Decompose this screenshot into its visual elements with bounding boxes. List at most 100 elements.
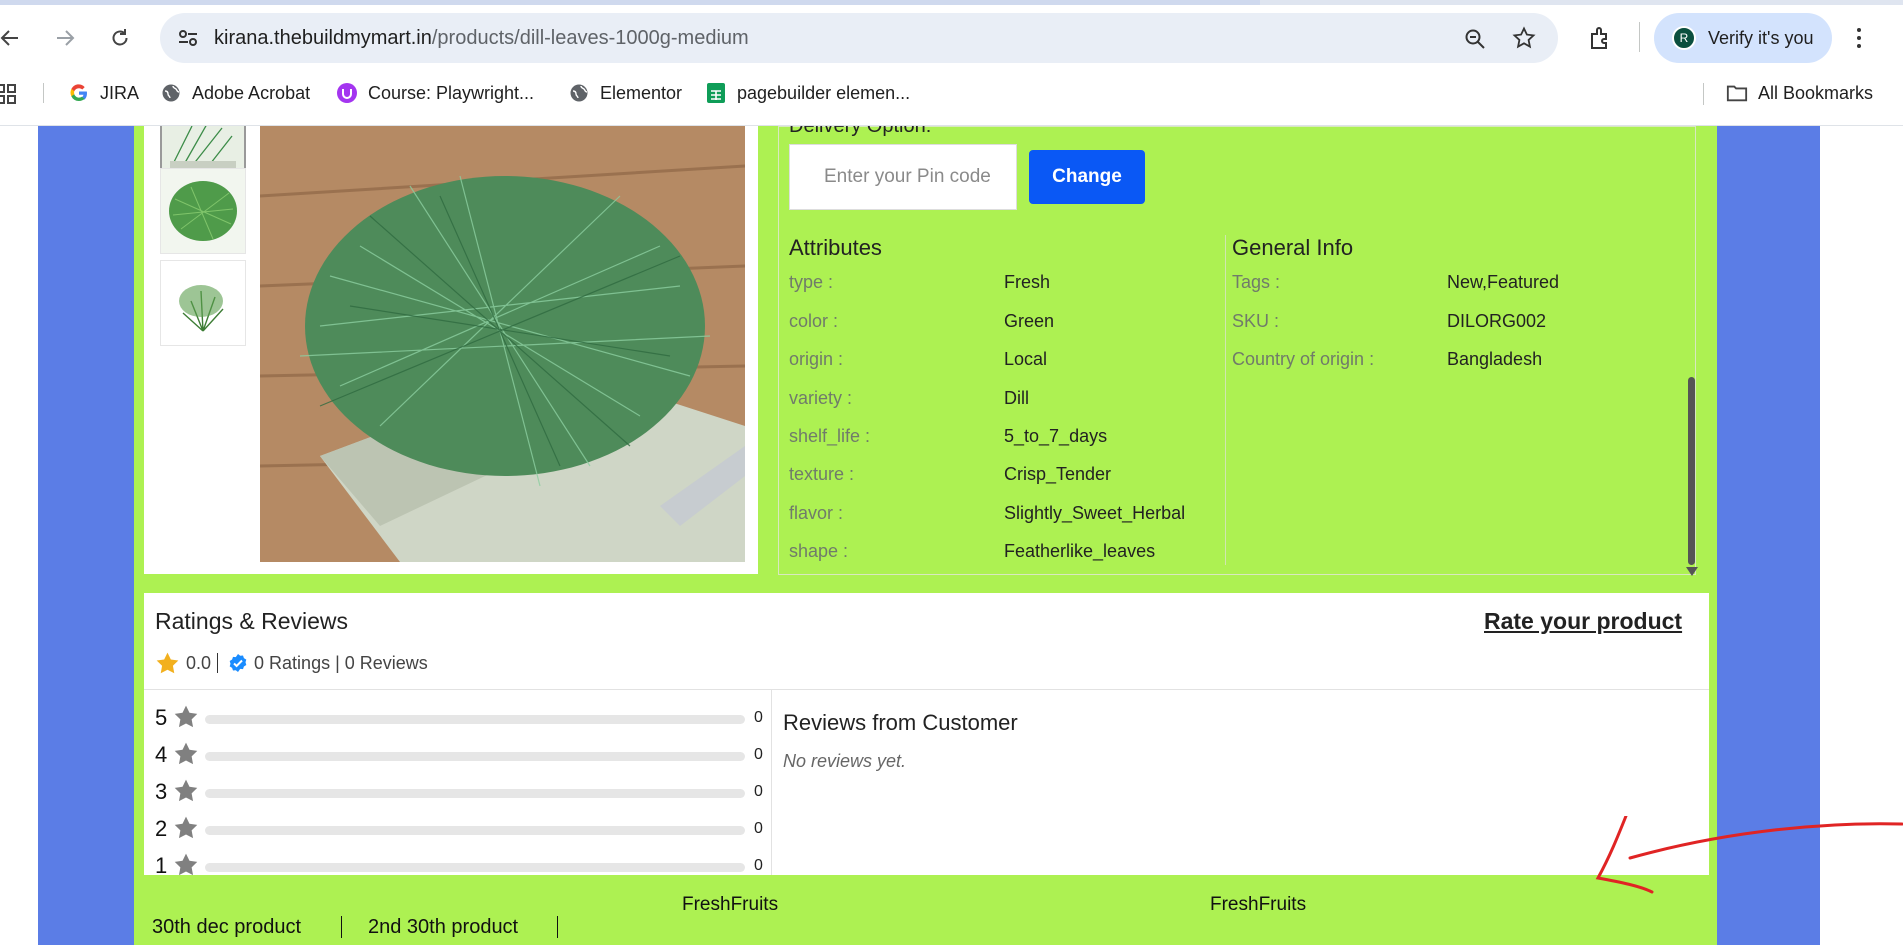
star-level: 3 bbox=[155, 779, 168, 804]
product-info-panel: Delivery Option: Change Attributes type … bbox=[778, 126, 1698, 577]
all-bookmarks-folder[interactable]: All Bookmarks bbox=[1726, 81, 1873, 105]
rate-your-product-link[interactable]: Rate your product bbox=[1484, 608, 1682, 635]
active-tab-edge bbox=[0, 0, 1260, 5]
bookmark-label: Adobe Acrobat bbox=[192, 82, 311, 103]
bookmark-jira[interactable]: JIRA bbox=[68, 81, 139, 105]
footer-column-title: FreshFruits bbox=[1210, 894, 1307, 915]
tab-strip bbox=[0, 0, 1903, 5]
info-label: Tags : bbox=[1232, 272, 1281, 292]
profile-avatar: R bbox=[1672, 26, 1696, 50]
footer-link-separator bbox=[341, 916, 342, 938]
info-label: Country of origin : bbox=[1232, 349, 1375, 369]
main-product-image[interactable] bbox=[260, 126, 745, 562]
rating-count: 0 bbox=[754, 746, 763, 763]
bookmark-star-icon[interactable] bbox=[1512, 26, 1536, 50]
attribute-label: shape : bbox=[789, 541, 849, 561]
bookmark-label: JIRA bbox=[100, 82, 140, 103]
back-button[interactable] bbox=[0, 20, 28, 56]
bookmark-pagebuilder[interactable]: pagebuilder elemen... bbox=[705, 81, 910, 105]
star-icon bbox=[174, 742, 198, 765]
browser-menu-icon[interactable] bbox=[1855, 26, 1863, 50]
ratings-title: Ratings & Reviews bbox=[155, 608, 349, 634]
rating-row: 2 0 bbox=[155, 814, 765, 844]
google-icon bbox=[68, 82, 90, 104]
star-icon bbox=[174, 853, 198, 876]
bookmark-playwright-course[interactable]: Course: Playwright... bbox=[336, 81, 534, 105]
rating-row: 4 0 bbox=[155, 740, 765, 770]
page-footer: FreshFruits FreshFruits 30th dec product… bbox=[134, 894, 1717, 945]
star-icon bbox=[156, 652, 179, 673]
attribute-value: 5_to_7_days bbox=[1004, 426, 1108, 446]
rating-row: 3 0 bbox=[155, 777, 765, 807]
attribute-value: Fresh bbox=[1004, 272, 1051, 292]
rating-bar bbox=[205, 715, 745, 724]
attribute-value: Local bbox=[1004, 349, 1048, 369]
ratings-count-text: 0 Ratings | 0 Reviews bbox=[254, 652, 428, 673]
reload-icon bbox=[112, 29, 128, 46]
scroll-down-arrow-icon[interactable] bbox=[1686, 567, 1698, 576]
verify-identity-button[interactable]: R Verify it's you bbox=[1654, 13, 1832, 63]
bookmark-label: Elementor bbox=[600, 82, 683, 103]
attribute-label: flavor : bbox=[789, 503, 844, 523]
rating-count: 0 bbox=[754, 709, 763, 726]
footer-link[interactable]: 2nd 30th product bbox=[368, 916, 518, 939]
column-divider bbox=[1225, 235, 1226, 565]
apps-grid-icon[interactable] bbox=[0, 82, 18, 106]
rating-bar bbox=[205, 752, 745, 761]
panel-scrollbar[interactable] bbox=[1685, 377, 1698, 577]
attribute-label: shelf_life : bbox=[789, 426, 871, 446]
url-host: kirana.thebuildmymart.in bbox=[214, 27, 432, 49]
star-level: 5 bbox=[155, 705, 168, 730]
star-icon bbox=[174, 816, 198, 839]
rating-summary: 0.0 0 Ratings | 0 Reviews bbox=[155, 650, 428, 676]
attribute-value: Crisp_Tender bbox=[1004, 464, 1112, 484]
footer-link-separator bbox=[557, 916, 558, 938]
bookmark-label: Course: Playwright... bbox=[368, 82, 535, 103]
info-label: SKU : bbox=[1232, 311, 1280, 331]
attribute-value: Green bbox=[1004, 311, 1055, 331]
attribute-label: color : bbox=[789, 311, 839, 331]
star-level: 2 bbox=[155, 816, 168, 841]
attribute-value: Slightly_Sweet_Herbal bbox=[1004, 503, 1186, 523]
sheets-icon bbox=[705, 82, 727, 104]
address-bar[interactable]: kirana.thebuildmymart.in/products/dill-l… bbox=[160, 13, 1558, 63]
bookmarks-separator bbox=[43, 83, 44, 103]
scrollbar-thumb[interactable] bbox=[1688, 377, 1695, 565]
star-icon bbox=[174, 705, 198, 728]
thumbnail-2[interactable] bbox=[160, 168, 246, 254]
rating-count: 0 bbox=[754, 857, 763, 874]
pincode-input[interactable] bbox=[789, 144, 1017, 210]
url-text[interactable]: kirana.thebuildmymart.in/products/dill-l… bbox=[214, 27, 749, 50]
back-arrow-icon bbox=[0, 30, 18, 46]
info-value: DILORG002 bbox=[1447, 311, 1547, 331]
info-value: New,Featured bbox=[1447, 272, 1560, 292]
average-rating: 0.0 bbox=[186, 652, 212, 673]
delivery-option-label: Delivery Option: bbox=[789, 126, 932, 137]
attribute-value: Dill bbox=[1004, 388, 1029, 408]
thumbnail-3[interactable] bbox=[160, 260, 246, 346]
browser-chrome: kirana.thebuildmymart.in/products/dill-l… bbox=[0, 0, 1903, 126]
rating-bar bbox=[205, 789, 745, 798]
reload-button[interactable] bbox=[102, 20, 138, 56]
site-info-icon[interactable] bbox=[176, 26, 200, 50]
bookmark-elementor[interactable]: Elementor bbox=[568, 81, 682, 105]
no-reviews-message: No reviews yet. bbox=[783, 751, 907, 771]
zoom-icon[interactable] bbox=[1463, 27, 1487, 51]
bookmark-label: pagebuilder elemen... bbox=[737, 82, 911, 103]
attribute-label: type : bbox=[789, 272, 834, 292]
attributes-heading: Attributes bbox=[789, 235, 882, 260]
bookmark-adobe-acrobat[interactable]: Adobe Acrobat bbox=[160, 81, 310, 105]
footer-column-title: FreshFruits bbox=[682, 894, 779, 915]
footer-link[interactable]: 30th dec product bbox=[152, 916, 301, 939]
rating-bar bbox=[205, 863, 745, 872]
verified-badge-icon bbox=[229, 654, 247, 672]
forward-arrow-icon bbox=[57, 30, 75, 46]
folder-icon bbox=[1726, 82, 1748, 104]
forward-button[interactable] bbox=[47, 20, 83, 56]
globe-icon bbox=[568, 82, 590, 104]
change-pincode-button[interactable]: Change bbox=[1029, 150, 1145, 204]
extensions-icon[interactable] bbox=[1588, 25, 1614, 51]
summary-divider bbox=[217, 653, 219, 673]
page-viewport[interactable]: Delivery Option: Change Attributes type … bbox=[0, 126, 1903, 945]
reviews-heading: Reviews from Customer bbox=[783, 710, 1018, 735]
